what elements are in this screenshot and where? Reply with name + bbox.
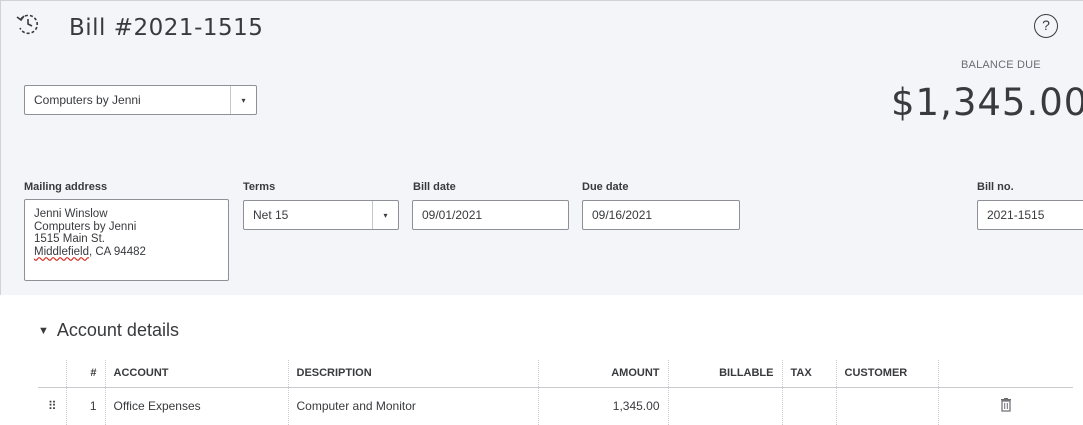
account-details-table: # ACCOUNT DESCRIPTION AMOUNT BILLABLE TA…	[38, 360, 1073, 425]
trash-icon[interactable]	[1000, 397, 1012, 412]
page-title: Bill #2021-1515	[69, 15, 264, 41]
table-row[interactable]: ⠿ 1 Office Expenses Computer and Monitor…	[38, 387, 1073, 425]
chevron-down-icon: ▼	[38, 325, 49, 337]
row-amount[interactable]: 1,345.00	[538, 387, 669, 425]
address-line: Computers by Jenni	[34, 220, 137, 233]
terms-select[interactable]: Net 15 ▾	[243, 200, 399, 230]
bill-date-field[interactable]: 09/01/2021	[412, 200, 569, 230]
table-header-row: # ACCOUNT DESCRIPTION AMOUNT BILLABLE TA…	[38, 360, 1073, 388]
due-date-value: 09/16/2021	[592, 208, 653, 222]
chevron-down-icon[interactable]: ▾	[230, 86, 256, 114]
mailing-address-label: Mailing address	[24, 181, 108, 193]
history-icon[interactable]	[15, 11, 41, 37]
account-details-title: Account details	[56, 320, 179, 340]
address-city: Middlefield	[34, 245, 89, 258]
terms-select-value: Net 15	[253, 208, 289, 222]
column-header-billable: BILLABLE	[668, 360, 783, 388]
row-description[interactable]: Computer and Monitor	[288, 387, 539, 425]
address-line: 1515 Main St.	[34, 233, 105, 245]
bill-no-value: 2021-1515	[987, 208, 1045, 222]
terms-label: Terms	[243, 181, 276, 193]
column-header-amount: AMOUNT	[538, 360, 669, 388]
column-header-customer: CUSTOMER	[836, 360, 939, 388]
delete-row-cell	[938, 387, 1073, 425]
row-billable[interactable]	[668, 387, 783, 425]
vendor-select[interactable]: Computers by Jenni ▾	[24, 85, 257, 115]
drag-handle-icon[interactable]: ⠿	[38, 387, 67, 425]
bill-no-field[interactable]: 2021-1515	[977, 200, 1083, 230]
chevron-down-icon[interactable]: ▾	[372, 201, 398, 229]
address-line: Jenni Winslow	[34, 208, 108, 220]
balance-due-label: BALANCE DUE	[961, 59, 1041, 71]
due-date-label: Due date	[582, 181, 629, 193]
row-customer[interactable]	[836, 387, 939, 425]
help-icon[interactable]: ?	[1034, 14, 1058, 38]
bill-no-label: Bill no.	[977, 181, 1014, 193]
bill-header-panel: Bill #2021-1515 ? BALANCE DUE $1,345.00 …	[0, 0, 1083, 295]
column-header-actions	[938, 360, 1073, 388]
column-header-description: DESCRIPTION	[288, 360, 539, 388]
column-header-account: ACCOUNT	[105, 360, 289, 388]
balance-due-amount: $1,345.00	[891, 81, 1083, 124]
row-tax[interactable]	[782, 387, 837, 425]
address-line: Middlefield, CA 94482	[34, 246, 219, 259]
column-header-tax: TAX	[782, 360, 837, 388]
row-account[interactable]: Office Expenses	[105, 387, 289, 425]
address-state-zip: , CA 94482	[88, 245, 146, 258]
due-date-field[interactable]: 09/16/2021	[582, 200, 740, 230]
bill-date-value: 09/01/2021	[422, 208, 483, 222]
account-details-toggle[interactable]: ▼ Account details	[38, 320, 179, 341]
row-number: 1	[66, 387, 106, 425]
mailing-address-field[interactable]: Jenni Winslow Computers by Jenni 1515 Ma…	[24, 199, 229, 281]
bill-date-label: Bill date	[413, 181, 456, 193]
column-header-number: #	[66, 360, 106, 388]
column-header-grip	[38, 360, 67, 388]
vendor-select-value: Computers by Jenni	[34, 93, 141, 107]
